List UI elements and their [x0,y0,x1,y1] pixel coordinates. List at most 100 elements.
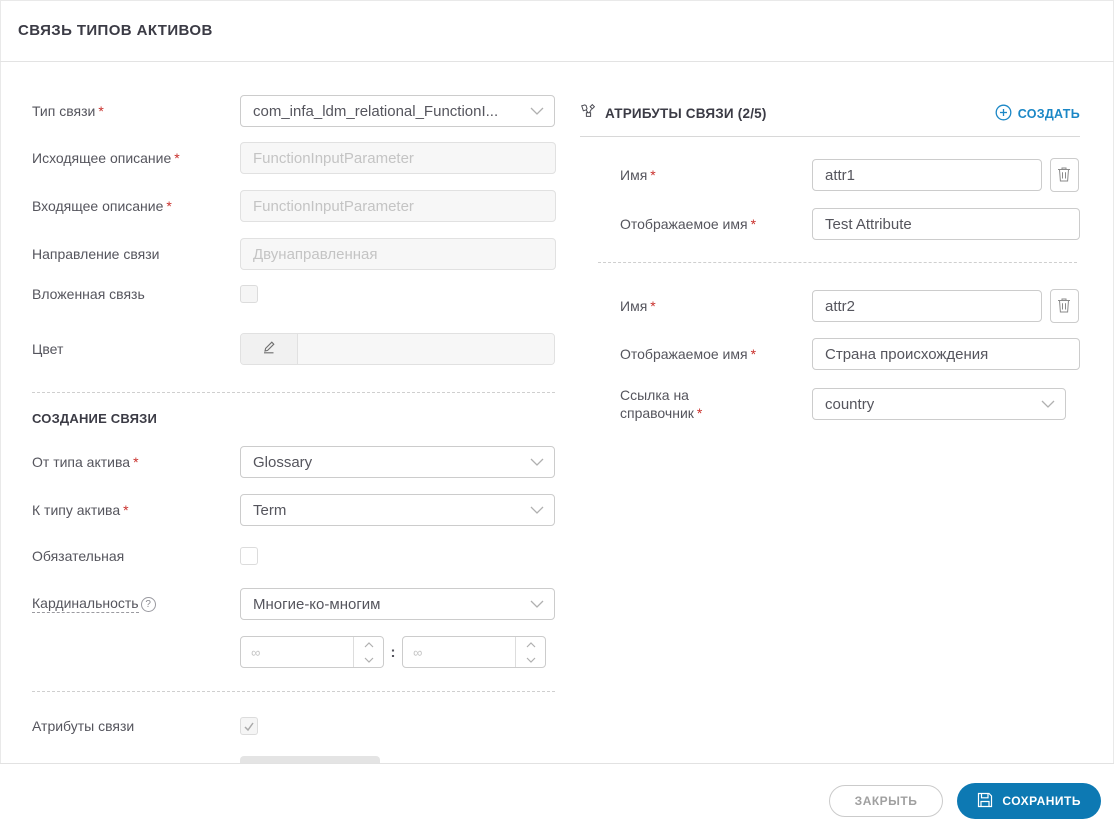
dialog-body: Тип связи * com_infa_ldm_relational_Funct… [0,62,1114,763]
incoming-description-row: Входящее описание * [32,190,556,222]
divider [32,691,555,692]
divider [598,262,1077,263]
delete-attribute-2-button[interactable] [1049,289,1079,323]
cardinality-max-input[interactable] [403,637,515,667]
direction-input [240,238,556,270]
attribute-2-display-name-row: Отображаемое имя * [580,338,1080,370]
cardinality-label: Кардинальность [32,595,139,613]
nested-relation-checkbox [240,285,258,303]
incoming-description-label: Входящее описание [32,198,164,214]
question-circle-icon[interactable]: ? [140,596,156,612]
divider [580,136,1080,137]
color-label: Цвет [32,341,64,357]
creation-section-title: СОЗДАНИЕ СВЯЗИ [32,411,158,426]
cardinality-limits-row: : [32,636,556,668]
attribute-2-reference-row: Ссылка на справочник * country [580,386,1080,422]
from-asset-type-row: От типа актива * Glossary [32,446,556,478]
to-asset-type-label: К типу актива [32,502,121,518]
clipped-button [240,756,380,763]
attribute-1-name-row: Имя * [580,158,1080,192]
direction-row: Направление связи [32,238,556,270]
asset-type-relation-dialog: СВЯЗЬ ТИПОВ АКТИВОВ Тип связи * com_infa_… [0,0,1114,838]
dialog-header: СВЯЗЬ ТИПОВ АКТИВОВ [0,0,1114,62]
delete-attribute-1-button[interactable] [1049,158,1079,192]
from-asset-type-select[interactable]: Glossary [240,446,555,478]
create-attribute-button[interactable]: СОЗДАТЬ [995,104,1080,124]
spinner-down-icon[interactable] [354,652,383,667]
chevron-down-icon [530,454,544,471]
close-button[interactable]: ЗАКРЫТЬ [828,785,944,817]
color-row: Цвет [32,333,556,365]
required-mark: * [750,215,757,232]
attribute-name-label: Имя [620,166,648,183]
attribute-1-display-name-row: Отображаемое имя * [580,208,1080,240]
required-mark: * [650,297,656,314]
required-mark: * [166,198,172,214]
spinner-down-icon[interactable] [516,652,545,667]
color-edit-button[interactable] [241,334,298,364]
cardinality-select[interactable]: Многие-ко-многим [240,588,555,620]
floppy-disk-icon [977,792,993,811]
relation-type-row: Тип связи * com_infa_ldm_relational_Funct… [32,95,556,127]
outgoing-description-input [240,142,556,174]
chevron-down-icon [530,596,544,613]
divider [32,392,555,393]
cardinality-min-spinner [240,636,384,668]
spinner-up-icon[interactable] [354,637,383,652]
trash-icon [1057,166,1071,185]
attribute-display-name-label: Отображаемое имя [620,215,748,232]
direction-label: Направление связи [32,246,160,262]
color-widget [240,333,555,365]
nested-relation-label: Вложенная связь [32,286,145,302]
save-button[interactable]: СОХРАНИТЬ [957,783,1101,819]
relation-form: Тип связи * com_infa_ldm_relational_Funct… [0,62,556,763]
mandatory-checkbox[interactable] [240,547,258,565]
attribute-1-name-input[interactable] [812,159,1042,191]
relation-attributes-panel: АТРИБУТЫ СВЯЗИ (2/5) СОЗДАТЬ Имя * attr1… [580,62,1080,763]
outgoing-description-row: Исходящее описание * [32,142,556,174]
relation-type-select[interactable]: com_infa_ldm_relational_FunctionI... [240,95,555,127]
to-asset-type-value: Term [253,501,287,519]
dialog-footer: ЗАКРЫТЬ СОХРАНИТЬ [0,763,1114,838]
required-mark: * [174,150,180,166]
relation-type-value: com_infa_ldm_relational_FunctionI... [253,102,499,120]
nested-relation-row: Вложенная связь [32,285,556,303]
attribute-1-display-name-input[interactable] [812,208,1080,240]
incoming-description-input [240,190,556,222]
chevron-down-icon [530,502,544,519]
attribute-2-name-row: Имя * [580,289,1080,323]
chevron-down-icon [1041,396,1055,413]
plus-circle-icon [995,104,1012,124]
outgoing-description-label: Исходящее описание [32,150,172,166]
close-button-label: ЗАКРЫТЬ [854,794,918,808]
cardinality-separator: : [390,643,396,661]
attributes-panel-header: АТРИБУТЫ СВЯЗИ (2/5) СОЗДАТЬ [580,103,1080,124]
spinner-up-icon[interactable] [516,637,545,652]
attributes-panel-title: АТРИБУТЫ СВЯЗИ (2/5) [605,106,767,121]
trash-icon [1057,297,1071,316]
cardinality-min-input[interactable] [241,637,353,667]
color-value-field [298,334,554,364]
cardinality-max-spinner [402,636,546,668]
required-mark: * [696,405,703,422]
relation-type-label: Тип связи [32,103,96,119]
required-mark: * [123,502,129,518]
pencil-icon [261,339,277,360]
relation-attributes-toggle-label: Атрибуты связи [32,718,135,734]
attribute-2-name-input[interactable] [812,290,1042,322]
to-asset-type-row: К типу актива * Term [32,494,556,526]
relation-attributes-toggle-row: Атрибуты связи [32,717,556,735]
attribute-name-label: Имя [620,297,648,314]
create-attribute-label: СОЗДАТЬ [1017,106,1080,121]
mandatory-row: Обязательная [32,547,556,565]
cardinality-row: Кардинальность ? Многие-ко-многим [32,588,556,620]
required-mark: * [133,454,139,470]
attribute-2-reference-value: country [825,395,875,413]
to-asset-type-select[interactable]: Term [240,494,555,526]
required-mark: * [750,345,757,362]
attribute-2-display-name-input[interactable] [812,338,1080,370]
from-asset-type-value: Glossary [253,453,313,471]
chevron-down-icon [530,103,544,120]
attribute-reference-label: Ссылка на справочник [620,387,694,422]
attribute-2-reference-select[interactable]: country [812,388,1066,421]
